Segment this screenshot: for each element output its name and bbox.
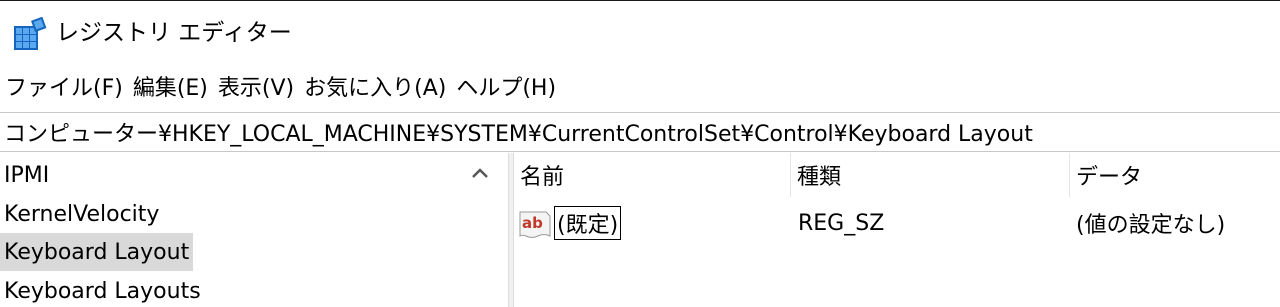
- svg-text:ab: ab: [522, 214, 543, 232]
- menu-favorites[interactable]: お気に入り(A): [304, 74, 446, 104]
- column-header-label: 名前: [520, 165, 565, 190]
- value-row-type[interactable]: REG_SZ: [798, 203, 884, 243]
- window-title: レジストリ エディター: [56, 20, 292, 46]
- key-tree[interactable]: IPMI KernelVelocity Keyboard Layout Keyb…: [0, 153, 500, 307]
- menu-bar: ファイル(F) 編集(E) 表示(V) お気に入り(A) ヘルプ(H): [0, 70, 1280, 108]
- value-list: 名前 種類 データ ab (既定) REG_SZ (値の設定なし): [514, 153, 1280, 307]
- value-row-data[interactable]: (値の設定なし): [1076, 203, 1225, 243]
- scroll-up-button[interactable]: [465, 160, 495, 186]
- tree-item-label: IPMI: [4, 162, 50, 188]
- string-value-icon: ab: [519, 211, 551, 238]
- value-row-name[interactable]: ab (既定): [518, 203, 622, 243]
- menu-view[interactable]: 表示(V): [218, 74, 294, 104]
- column-header-name[interactable]: 名前: [514, 153, 790, 197]
- menu-file[interactable]: ファイル(F): [5, 74, 123, 104]
- value-type: REG_SZ: [798, 210, 885, 236]
- column-header-data[interactable]: データ: [1070, 153, 1280, 197]
- value-data: (値の設定なし): [1076, 213, 1226, 238]
- tree-item-label: KernelVelocity: [4, 201, 160, 227]
- registry-icon: [14, 17, 47, 50]
- address-path[interactable]: コンピューター¥HKEY_LOCAL_MACHINE¥SYSTEM¥Curren…: [4, 116, 1033, 148]
- address-bar[interactable]: コンピューター¥HKEY_LOCAL_MACHINE¥SYSTEM¥Curren…: [0, 112, 1280, 152]
- chevron-up-icon: [472, 168, 488, 178]
- title-bar[interactable]: レジストリ エディター: [0, 1, 1280, 65]
- tree-item-kernelvelocity[interactable]: KernelVelocity: [0, 195, 163, 233]
- menu-help[interactable]: ヘルプ(H): [456, 74, 556, 104]
- tree-item-ipmi[interactable]: IPMI: [0, 156, 53, 194]
- column-header-label: 種類: [797, 165, 842, 190]
- menu-edit[interactable]: 編集(E): [133, 74, 208, 104]
- tree-item-keyboard-layout[interactable]: Keyboard Layout: [0, 233, 194, 271]
- value-name: (既定): [554, 206, 622, 240]
- tree-item-label: Keyboard Layout: [4, 239, 190, 265]
- column-header-label: データ: [1076, 165, 1143, 190]
- tree-item-keyboard-layouts[interactable]: Keyboard Layouts: [0, 272, 205, 307]
- tree-item-label: Keyboard Layouts: [4, 278, 201, 304]
- column-header-type[interactable]: 種類: [791, 153, 1069, 197]
